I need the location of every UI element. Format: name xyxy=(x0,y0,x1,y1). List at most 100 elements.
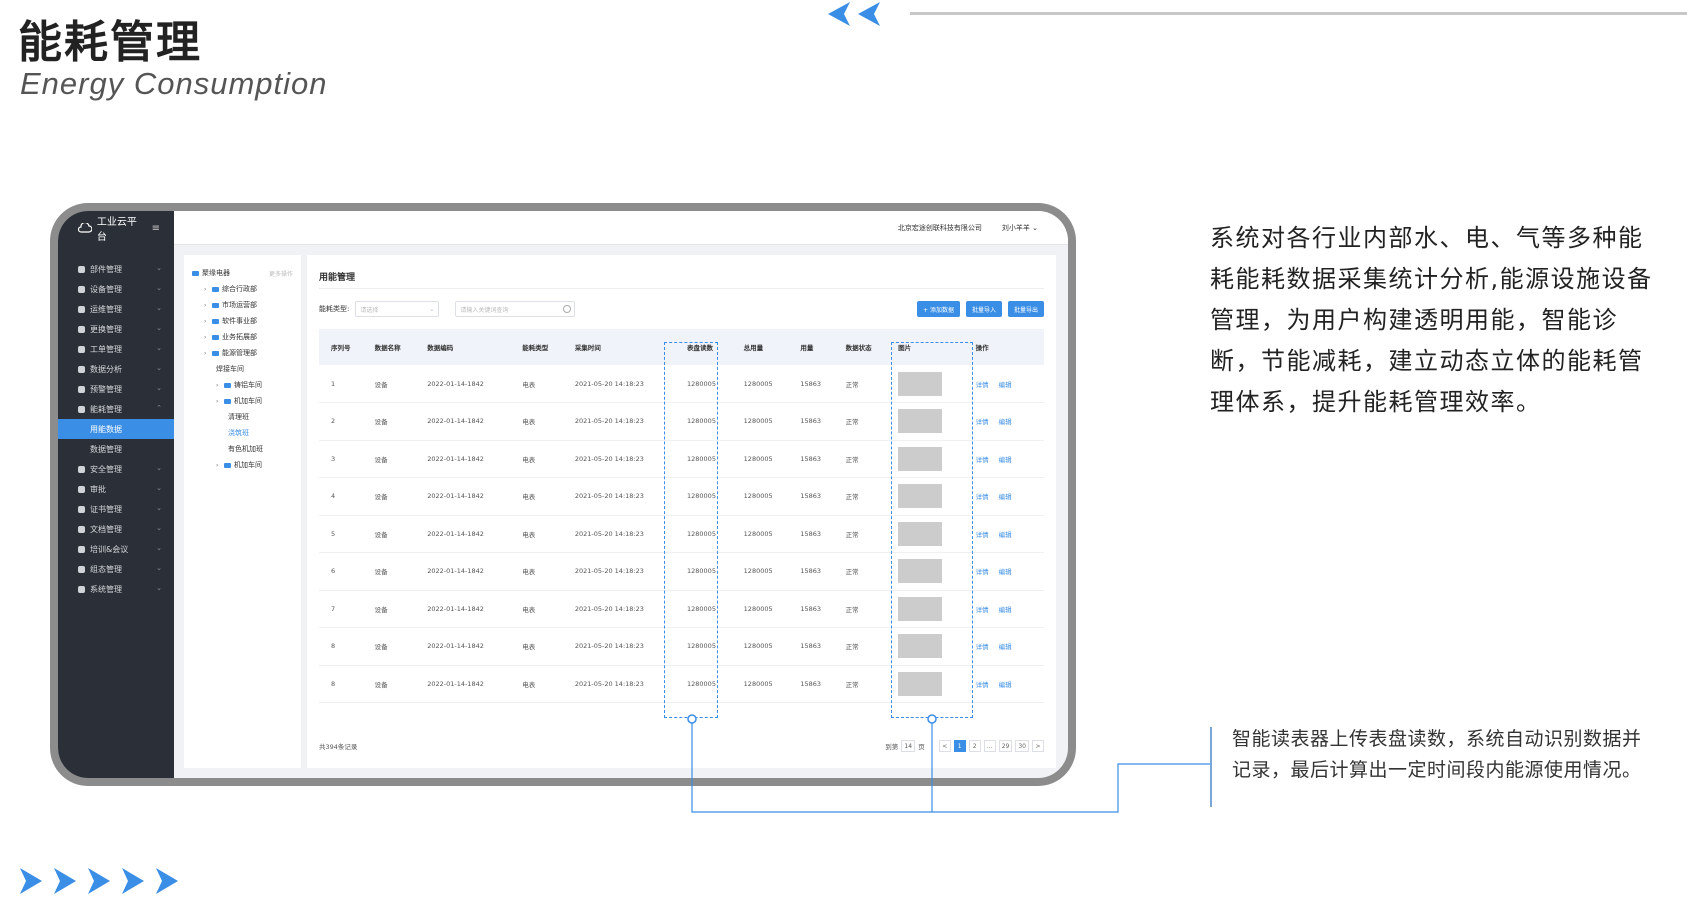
batch-export-button[interactable]: 批量导出 xyxy=(1007,301,1044,317)
table-cell: 设备 xyxy=(362,440,416,478)
dial-reading-highlight xyxy=(664,342,718,718)
page-button[interactable]: > xyxy=(1032,740,1044,752)
sidebar-item[interactable]: 审批 ⌄ xyxy=(58,479,174,499)
tree-node[interactable]: › 综合行政部 xyxy=(192,281,293,297)
table-cell: 2022-01-14-1842 xyxy=(415,590,511,628)
page-button[interactable]: 29 xyxy=(998,740,1013,752)
actions-cell: 详情 编辑 xyxy=(963,552,1044,591)
sidebar-item[interactable]: 系统管理 ⌄ xyxy=(58,579,174,599)
sidebar-item[interactable]: 组态管理 ⌄ xyxy=(58,559,174,579)
sidebar-item[interactable]: 安全管理 ⌄ xyxy=(58,459,174,479)
jump-page-input[interactable]: 14 xyxy=(901,740,916,752)
tree-node-label: 综合行政部 xyxy=(222,285,257,293)
user-menu[interactable]: 刘小羊羊 ⌄ xyxy=(1002,223,1038,233)
table-cell: 设备 xyxy=(362,515,416,553)
sidebar-item[interactable]: 能耗管理 ⌃ xyxy=(58,399,174,419)
type-select[interactable]: 请选择 ⌄ xyxy=(355,301,440,317)
slide-title: 能耗管理 xyxy=(18,17,202,68)
detail-link[interactable]: 详情 xyxy=(976,456,989,464)
table-cell: 2022-01-14-1842 xyxy=(415,440,511,478)
edit-link[interactable]: 编辑 xyxy=(999,643,1012,651)
note-accent-bar xyxy=(1210,727,1212,807)
sidebar-subitem[interactable]: 用能数据 xyxy=(58,419,174,439)
tree-node[interactable]: › 业务拓展部 xyxy=(192,329,293,345)
search-input[interactable]: 请输入关键词查询 xyxy=(455,301,576,317)
detail-link[interactable]: 详情 xyxy=(976,493,989,501)
table-cell: 电表 xyxy=(510,590,563,628)
page-button[interactable]: 30 xyxy=(1015,740,1029,752)
detail-link[interactable]: 详情 xyxy=(976,643,989,651)
tree-node[interactable]: › 市场运营部 xyxy=(192,297,293,313)
list-icon xyxy=(78,345,85,353)
page-button[interactable]: 2 xyxy=(968,740,981,752)
sidebar-item[interactable]: 文档管理 ⌄ xyxy=(58,519,174,539)
chevron-down-icon: ⌄ xyxy=(156,484,162,492)
tree-node[interactable]: › 铸铝车间 xyxy=(192,377,293,393)
edit-link[interactable]: 编辑 xyxy=(999,493,1012,501)
tree-node[interactable]: › 机加车间 xyxy=(192,457,293,473)
tree-node[interactable]: 清理班 xyxy=(192,409,293,425)
edit-link[interactable]: 编辑 xyxy=(999,456,1012,464)
tree-node[interactable]: › 机加车间 xyxy=(192,393,293,409)
table-cell: 2021-05-20 14:18:23 xyxy=(562,515,675,553)
page-button[interactable]: ... xyxy=(983,740,996,752)
table-cell: 2022-01-14-1842 xyxy=(415,552,511,591)
detail-link[interactable]: 详情 xyxy=(976,381,989,389)
detail-link[interactable]: 详情 xyxy=(976,681,989,689)
folder-icon xyxy=(212,350,219,356)
edit-link[interactable]: 编辑 xyxy=(999,681,1012,689)
edit-link[interactable]: 编辑 xyxy=(999,418,1012,426)
detail-link[interactable]: 详情 xyxy=(976,531,989,539)
tree-node[interactable]: 浇筑班 xyxy=(192,425,293,441)
tree-root[interactable]: 聚缘电器 更多操作 xyxy=(192,265,293,281)
sidebar-item-label: 运维管理 xyxy=(90,304,122,314)
sidebar-item[interactable]: 设备管理 ⌄ xyxy=(58,279,174,299)
table-cell: 电表 xyxy=(510,477,563,516)
sidebar-item[interactable]: 预警管理 ⌄ xyxy=(58,379,174,399)
sidebar-subitem[interactable]: 数据管理 xyxy=(58,439,174,459)
sidebar-item-label: 系统管理 xyxy=(90,584,122,594)
tree-root-hint[interactable]: 更多操作 xyxy=(269,269,293,278)
table-cell: 1280005 xyxy=(731,590,789,628)
toolbar: 能耗类型: 请选择 ⌄ 请输入关键词查询 + 添加数据 批量导入 批量导出 xyxy=(319,289,1044,329)
sidebar-item[interactable]: 证书管理 ⌄ xyxy=(58,499,174,519)
table-cell: 2021-05-20 14:18:23 xyxy=(562,590,675,628)
sidebar-item[interactable]: 部件管理 ⌄ xyxy=(58,259,174,279)
column-header: 操作 xyxy=(975,344,989,352)
table-cell: 电表 xyxy=(510,515,563,553)
chevron-down-icon: ⌄ xyxy=(156,544,162,552)
sidebar-item[interactable]: 培训&会议 ⌄ xyxy=(58,539,174,559)
detail-link[interactable]: 详情 xyxy=(976,606,989,614)
detail-link[interactable]: 详情 xyxy=(976,418,989,426)
edit-link[interactable]: 编辑 xyxy=(999,381,1012,389)
table-cell: 2022-01-14-1842 xyxy=(415,627,511,666)
search-icon[interactable] xyxy=(563,305,572,313)
tree-node[interactable]: 焊接车间 xyxy=(192,361,293,377)
edit-link[interactable]: 编辑 xyxy=(999,606,1012,614)
table-cell: 电表 xyxy=(510,402,563,441)
batch-import-button[interactable]: 批量导入 xyxy=(965,301,1002,317)
chart-icon xyxy=(78,365,85,373)
description-main: 系统对各行业内部水、电、气等多种能耗能耗数据采集统计分析,能源设施设备管理，为用… xyxy=(1210,224,1653,416)
edit-link[interactable]: 编辑 xyxy=(999,531,1012,539)
column-header: 序列号 xyxy=(331,344,351,352)
page-button[interactable]: 1 xyxy=(953,740,966,752)
tree-node-label: 软件事业部 xyxy=(222,317,257,325)
table-cell: 2021-05-20 14:18:23 xyxy=(562,627,675,666)
sidebar-item[interactable]: 数据分析 ⌄ xyxy=(58,359,174,379)
table-cell: 1280005 xyxy=(731,365,789,403)
detail-link[interactable]: 详情 xyxy=(976,568,989,576)
table-cell: 1 xyxy=(319,365,363,403)
sidebar-item-label: 组态管理 xyxy=(90,564,122,574)
tree-node[interactable]: 有色机加班 xyxy=(192,441,293,457)
sidebar-item[interactable]: 更换管理 ⌄ xyxy=(58,319,174,339)
sidebar-item[interactable]: 工单管理 ⌄ xyxy=(58,339,174,359)
page-button[interactable]: < xyxy=(938,740,951,752)
tree-node[interactable]: › 软件事业部 xyxy=(192,313,293,329)
menu-toggle-icon[interactable]: ≡ xyxy=(152,223,160,234)
sidebar-item[interactable]: 运维管理 ⌄ xyxy=(58,299,174,319)
edit-link[interactable]: 编辑 xyxy=(999,568,1012,576)
tree-node[interactable]: › 能源管理部 xyxy=(192,345,293,361)
add-data-button[interactable]: + 添加数据 xyxy=(917,301,960,317)
company-name: 北京宏途创联科技有限公司 xyxy=(897,223,982,232)
